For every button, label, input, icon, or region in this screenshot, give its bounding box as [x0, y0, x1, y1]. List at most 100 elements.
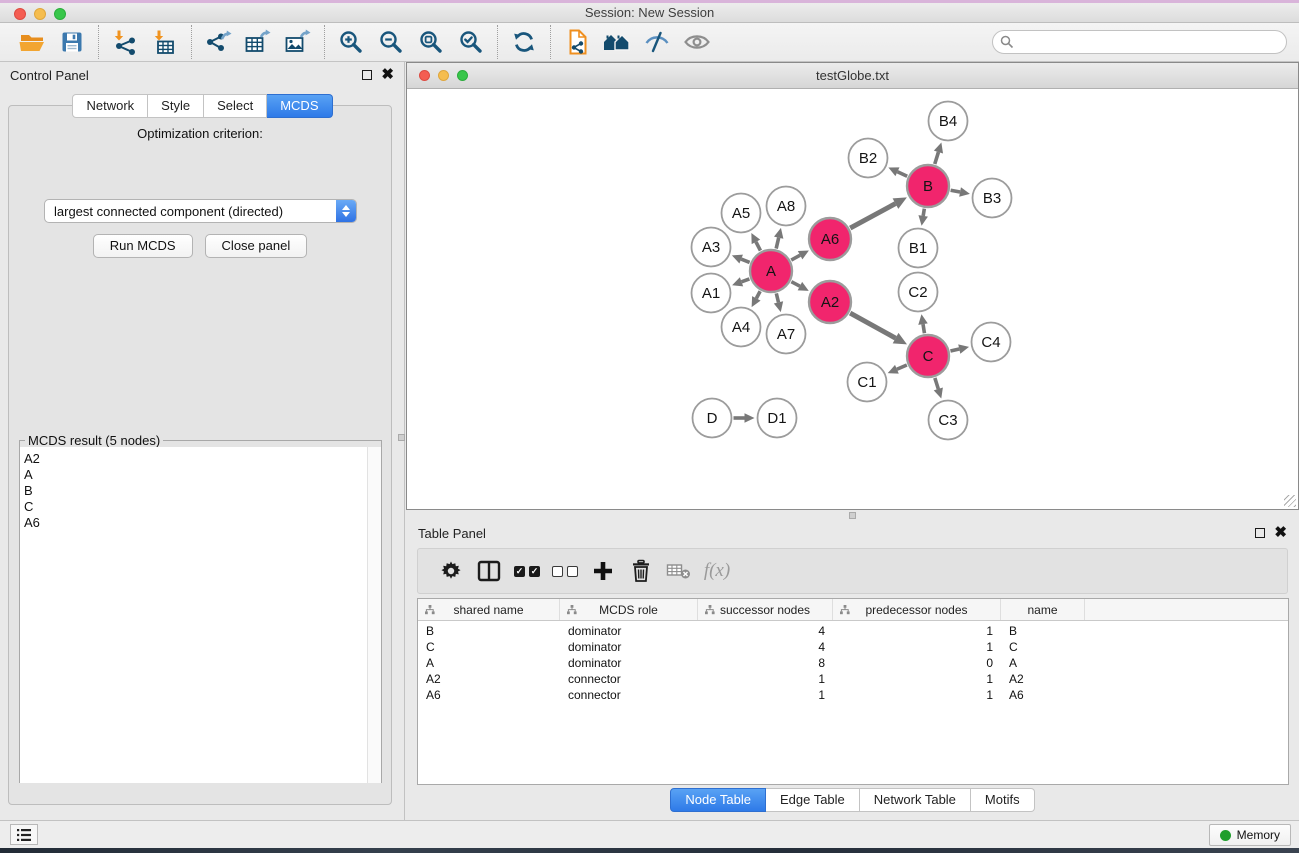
- graph-node-A2[interactable]: A2: [809, 281, 851, 323]
- graph-node-B[interactable]: B: [907, 165, 949, 207]
- delete-table-icon[interactable]: [660, 554, 698, 588]
- mcds-result-item[interactable]: B: [24, 483, 381, 499]
- graph-node-A7[interactable]: A7: [767, 315, 806, 354]
- graph-edge-B-B2[interactable]: [888, 167, 907, 176]
- float-panel-icon[interactable]: [362, 70, 372, 80]
- export-table-icon[interactable]: [238, 26, 278, 58]
- column-header[interactable]: shared name: [418, 599, 560, 620]
- open-icon[interactable]: [12, 26, 52, 58]
- export-network-icon[interactable]: [198, 26, 238, 58]
- trash-icon[interactable]: [622, 554, 660, 588]
- network-canvas[interactable]: B4B2BB3A5A8A6A3B1AC2A1A2A4A7C4CC1C3DD1: [407, 89, 1298, 509]
- column-header[interactable]: predecessor nodes: [833, 599, 1001, 620]
- table-cell[interactable]: 1: [833, 640, 1001, 654]
- split-columns-icon[interactable]: [470, 554, 508, 588]
- graph-node-B3[interactable]: B3: [973, 179, 1012, 218]
- import-network-icon[interactable]: [105, 26, 145, 58]
- memory-button[interactable]: Memory: [1209, 824, 1291, 846]
- checked-boxes-icon[interactable]: ✓✓: [508, 554, 546, 588]
- hide-details-eye-icon[interactable]: [637, 26, 677, 58]
- network-zoom-button[interactable]: [457, 70, 468, 81]
- zoom-window-button[interactable]: [54, 8, 66, 20]
- graph-node-C[interactable]: C: [907, 335, 949, 377]
- search-input[interactable]: [992, 30, 1287, 54]
- function-icon[interactable]: f(x): [698, 554, 736, 588]
- graph-edge-A2-C[interactable]: [850, 313, 907, 344]
- tab-style[interactable]: Style: [148, 94, 204, 118]
- splitter-handle[interactable]: [849, 512, 856, 519]
- graph-node-B1[interactable]: B1: [899, 229, 938, 268]
- graph-edge-A-A8[interactable]: [774, 228, 783, 249]
- export-image-icon[interactable]: [278, 26, 318, 58]
- table-cell[interactable]: A2: [418, 672, 560, 686]
- table-cell[interactable]: 0: [833, 656, 1001, 670]
- graph-node-B2[interactable]: B2: [849, 139, 888, 178]
- close-panel-icon[interactable]: ✖: [381, 70, 394, 80]
- graph-edge-A-A2[interactable]: [791, 282, 808, 291]
- mcds-result-item[interactable]: A6: [24, 515, 381, 531]
- graph-edge-B-B3[interactable]: [951, 187, 970, 196]
- table-cell[interactable]: 1: [833, 624, 1001, 638]
- table-row[interactable]: Adominator80A: [418, 655, 1288, 671]
- table-cell[interactable]: dominator: [560, 640, 698, 654]
- graph-node-A3[interactable]: A3: [692, 228, 731, 267]
- add-column-icon[interactable]: [584, 554, 622, 588]
- graph-edge-B-B1[interactable]: [918, 209, 927, 226]
- graph-edge-A6-B[interactable]: [850, 197, 907, 228]
- graph-edge-C-C3[interactable]: [934, 378, 943, 399]
- graph-node-A1[interactable]: A1: [692, 274, 731, 313]
- main-titlebar[interactable]: Session: New Session: [0, 3, 1299, 23]
- graph-edge-A-A5[interactable]: [751, 233, 760, 251]
- network-close-button[interactable]: [419, 70, 430, 81]
- table-cell[interactable]: C: [1001, 640, 1085, 654]
- show-details-eye-icon[interactable]: [677, 26, 717, 58]
- graph-edge-D-D1[interactable]: [734, 413, 755, 423]
- zoom-fit-icon[interactable]: [411, 26, 451, 58]
- table-cell[interactable]: 1: [698, 688, 833, 702]
- table-cell[interactable]: A2: [1001, 672, 1085, 686]
- table-cell[interactable]: 1: [833, 672, 1001, 686]
- graph-node-A8[interactable]: A8: [767, 187, 806, 226]
- tab-edge-table[interactable]: Edge Table: [766, 788, 860, 812]
- tab-mcds[interactable]: MCDS: [267, 94, 332, 118]
- table-cell[interactable]: B: [1001, 624, 1085, 638]
- run-mcds-button[interactable]: Run MCDS: [93, 234, 193, 258]
- mcds-result-item[interactable]: A: [24, 467, 381, 483]
- resize-grip[interactable]: [1284, 495, 1296, 507]
- graph-edge-A-A6[interactable]: [791, 250, 809, 260]
- save-icon[interactable]: [52, 26, 92, 58]
- table-cell[interactable]: 4: [698, 624, 833, 638]
- graph-node-A4[interactable]: A4: [722, 308, 761, 347]
- refresh-icon[interactable]: [504, 26, 544, 58]
- minimize-window-button[interactable]: [34, 8, 46, 20]
- mcds-result-item[interactable]: A2: [24, 451, 381, 467]
- table-row[interactable]: A2connector11A2: [418, 671, 1288, 687]
- graph-node-B4[interactable]: B4: [929, 102, 968, 141]
- gear-icon[interactable]: [432, 554, 470, 588]
- graph-node-A6[interactable]: A6: [809, 218, 851, 260]
- tab-motifs[interactable]: Motifs: [971, 788, 1035, 812]
- table-cell[interactable]: 8: [698, 656, 833, 670]
- column-header[interactable]: name: [1001, 599, 1085, 620]
- graph-edge-C-C4[interactable]: [950, 344, 969, 353]
- zoom-in-icon[interactable]: [331, 26, 371, 58]
- graph-edge-C-C2[interactable]: [918, 314, 927, 333]
- tab-network-table[interactable]: Network Table: [860, 788, 971, 812]
- graph-edge-C-C1[interactable]: [888, 365, 907, 374]
- column-header[interactable]: successor nodes: [698, 599, 833, 620]
- task-history-button[interactable]: [10, 824, 38, 845]
- table-row[interactable]: Cdominator41C: [418, 639, 1288, 655]
- table-header-row[interactable]: shared nameMCDS rolesuccessor nodesprede…: [418, 599, 1288, 621]
- graph-edge-A-A7[interactable]: [774, 293, 783, 312]
- tab-node-table[interactable]: Node Table: [670, 788, 766, 812]
- column-header[interactable]: MCDS role: [560, 599, 698, 620]
- table-cell[interactable]: C: [418, 640, 560, 654]
- unchecked-boxes-icon[interactable]: [546, 554, 584, 588]
- table-row[interactable]: A6connector11A6: [418, 687, 1288, 703]
- table-cell[interactable]: connector: [560, 688, 698, 702]
- zoom-out-icon[interactable]: [371, 26, 411, 58]
- scrollbar-track[interactable]: [367, 447, 381, 783]
- tab-network[interactable]: Network: [72, 94, 148, 118]
- graph-node-C3[interactable]: C3: [929, 401, 968, 440]
- table-cell[interactable]: A6: [418, 688, 560, 702]
